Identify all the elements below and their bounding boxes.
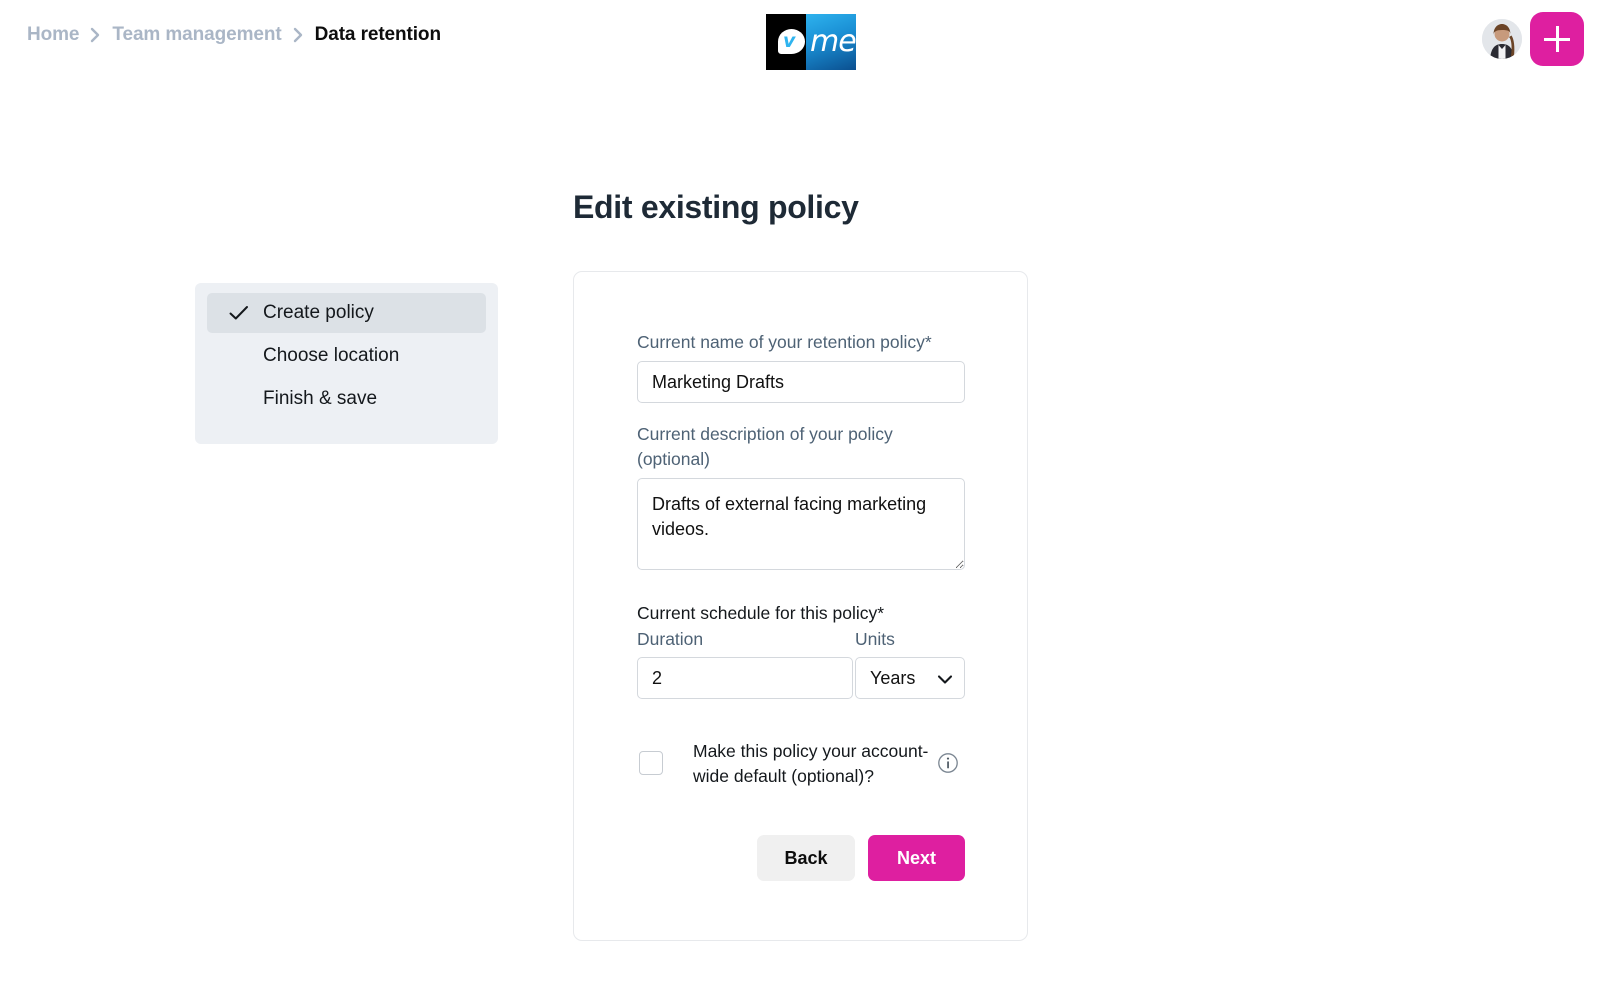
- add-button[interactable]: [1530, 12, 1584, 66]
- vimeo-logo[interactable]: v meo: [766, 14, 856, 70]
- step-label-create-policy: Create policy: [263, 302, 374, 323]
- form-actions: Back Next: [637, 835, 965, 881]
- step-create-policy[interactable]: Create policy: [207, 293, 486, 333]
- step-finish-save[interactable]: Finish & save: [207, 379, 486, 419]
- plus-icon-vertical: [1555, 26, 1559, 52]
- steps-panel: Create policy Choose location Finish & s…: [195, 283, 498, 444]
- default-policy-checkbox[interactable]: [639, 751, 663, 775]
- page-title: Edit existing policy: [573, 189, 859, 225]
- avatar[interactable]: [1482, 19, 1522, 59]
- logo-wordmark: meo: [810, 24, 856, 59]
- next-button[interactable]: Next: [868, 835, 965, 881]
- policy-form: Current name of your retention policy* C…: [637, 330, 965, 881]
- back-button[interactable]: Back: [757, 835, 855, 881]
- info-icon[interactable]: [937, 752, 959, 779]
- app-header: Home Team management Data retention v me…: [0, 0, 1600, 78]
- logo-v-mark: v: [783, 30, 796, 52]
- policy-description-label: Current description of your policy (opti…: [637, 424, 893, 469]
- breadcrumb-item-team-management[interactable]: Team management: [112, 24, 281, 46]
- default-policy-row: Make this policy your account-wide defau…: [637, 739, 965, 789]
- check-icon: [229, 305, 249, 321]
- default-policy-label: Make this policy your account-wide defau…: [693, 741, 929, 786]
- duration-field: Duration: [637, 627, 853, 699]
- breadcrumb: Home Team management Data retention: [27, 24, 441, 46]
- schedule-label: Current schedule for this policy*: [637, 603, 885, 623]
- chevron-right-icon-2: [293, 27, 304, 43]
- units-label: Units: [855, 629, 895, 649]
- units-field: Units DaysMonthsYears: [855, 627, 965, 699]
- duration-label: Duration: [637, 629, 704, 649]
- step-choose-location[interactable]: Choose location: [207, 336, 486, 376]
- chevron-right-icon: [90, 27, 101, 43]
- schedule-row: Duration Units DaysMonthsYears: [637, 627, 965, 699]
- policy-name-label: Current name of your retention policy*: [637, 332, 932, 352]
- step-label-choose-location: Choose location: [263, 345, 400, 366]
- units-select[interactable]: DaysMonthsYears: [855, 657, 965, 699]
- breadcrumb-item-data-retention: Data retention: [314, 24, 441, 45]
- avatar-photo-icon: [1482, 19, 1522, 59]
- policy-form-card: Current name of your retention policy* C…: [573, 271, 1028, 941]
- policy-name-input[interactable]: [637, 361, 965, 403]
- step-label-finish-save: Finish & save: [263, 388, 378, 409]
- duration-input[interactable]: [637, 657, 853, 699]
- policy-description-textarea[interactable]: Drafts of external facing marketing vide…: [637, 478, 965, 570]
- breadcrumb-item-home[interactable]: Home: [27, 24, 79, 46]
